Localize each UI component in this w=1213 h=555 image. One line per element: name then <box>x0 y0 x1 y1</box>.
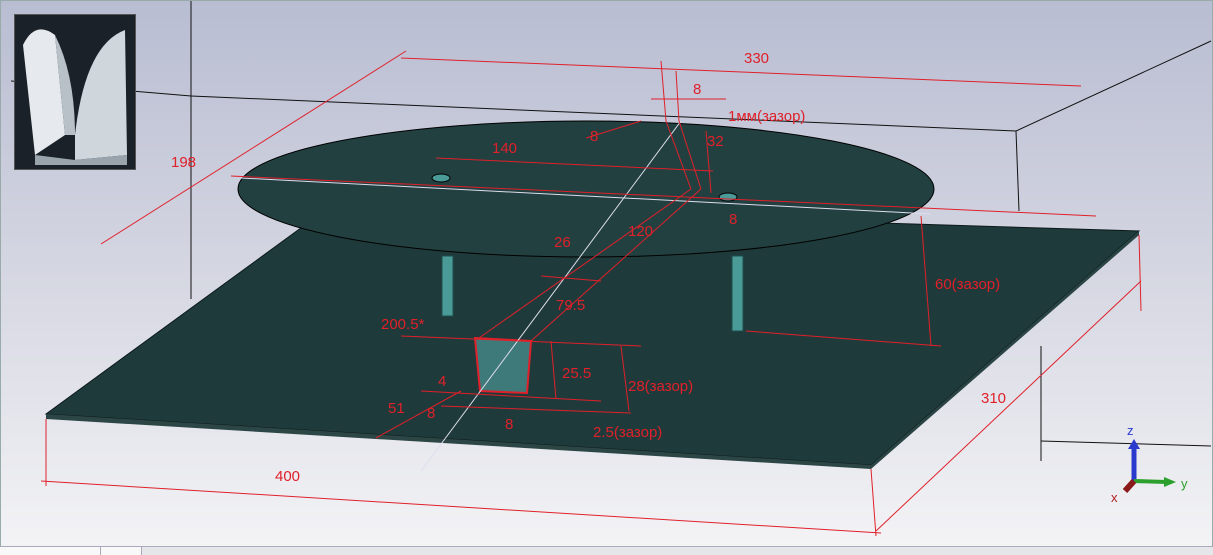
dim-8-post: 8 <box>729 211 737 228</box>
axis-triad: z y x <box>1111 423 1188 505</box>
dim-8-a: 8 <box>427 405 435 422</box>
dim-330: 330 <box>744 50 769 67</box>
post-cap <box>718 192 738 202</box>
preview-thumbnail <box>14 14 136 170</box>
dim-51: 51 <box>388 400 405 417</box>
dim-140: 140 <box>492 140 517 157</box>
post-cap <box>431 173 451 183</box>
dim-198: 198 <box>171 154 196 171</box>
dim-200-5: 200.5* <box>381 316 425 333</box>
axis-x-label: x <box>1111 490 1118 505</box>
dim-79-5: 79.5 <box>556 297 585 314</box>
top-disc[interactable] <box>237 120 935 258</box>
dim-28-gap: 28(зазор) <box>628 378 693 395</box>
dim-60-gap: 60(зазор) <box>935 276 1000 293</box>
dim-400: 400 <box>275 468 300 485</box>
model-canvas[interactable]: 330 8 1мм(зазор) 8 32 140 198 8 120 26 7… <box>1 1 1213 555</box>
dim-4: 4 <box>438 373 446 390</box>
axis-y-label: y <box>1181 476 1188 491</box>
dim-25-5: 25.5 <box>562 365 591 382</box>
antenna-photo-icon <box>15 15 135 169</box>
dim-120: 120 <box>628 223 653 240</box>
dim-8-left: 8 <box>590 128 598 145</box>
dim-26: 26 <box>554 234 571 251</box>
dim-8-top: 8 <box>693 81 701 98</box>
support-post[interactable] <box>441 255 454 317</box>
dim-32: 32 <box>707 133 724 150</box>
dim-310: 310 <box>981 390 1006 407</box>
feed-block[interactable] <box>473 336 533 395</box>
3d-viewport[interactable]: 330 8 1мм(зазор) 8 32 140 198 8 120 26 7… <box>0 0 1213 554</box>
dim-2-5-gap: 2.5(зазор) <box>593 424 662 441</box>
support-post[interactable] <box>731 255 744 332</box>
dim-1mm-gap: 1мм(зазор) <box>728 108 805 125</box>
axis-z-label: z <box>1127 423 1134 438</box>
dim-8-b: 8 <box>505 416 513 433</box>
